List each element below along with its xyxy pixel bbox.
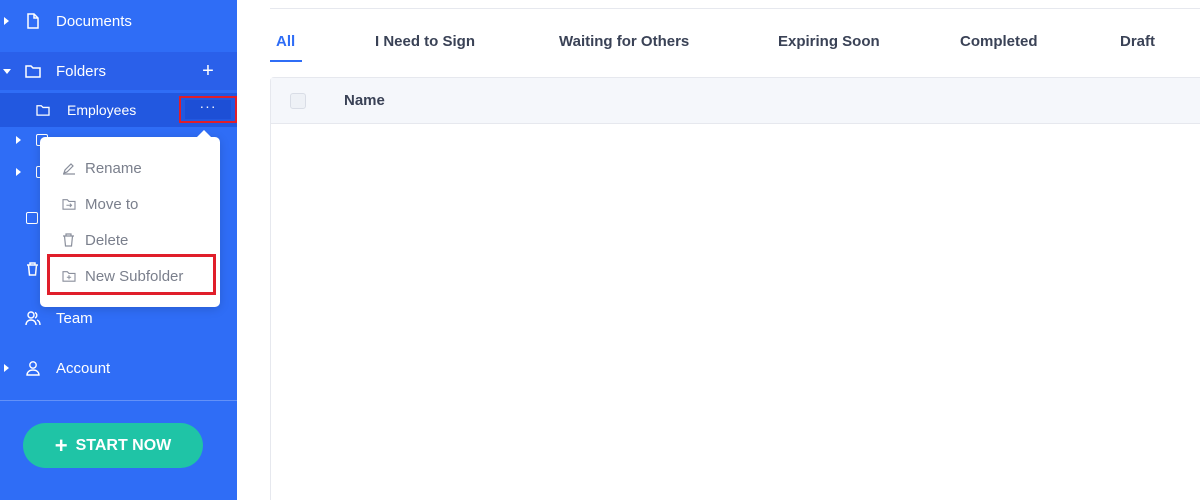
tab-waiting-for-others[interactable]: Waiting for Others bbox=[559, 33, 689, 55]
table-header: Name bbox=[271, 78, 1200, 124]
start-now-label: START NOW bbox=[75, 436, 172, 454]
select-all-checkbox[interactable] bbox=[290, 93, 306, 109]
sidebar-item-label: Folders bbox=[56, 62, 107, 80]
folder-move-icon bbox=[62, 197, 76, 211]
sidebar-subitem-employees[interactable]: Employees ··· bbox=[0, 93, 237, 127]
trash-icon bbox=[26, 262, 39, 281]
folder-context-menu: Rename Move to Delete New Subfolder bbox=[40, 130, 220, 307]
active-tab-indicator bbox=[270, 60, 302, 62]
sidebar-item-label: Account bbox=[56, 359, 111, 377]
menu-arrow bbox=[197, 130, 211, 137]
top-divider bbox=[270, 8, 1200, 9]
pencil-icon bbox=[62, 161, 76, 175]
app-root: Documents Folders + Employees ··· Team A… bbox=[0, 0, 1200, 500]
collapse-caret-icon[interactable] bbox=[3, 68, 11, 74]
add-folder-button[interactable]: + bbox=[200, 61, 216, 81]
tab-i-need-to-sign[interactable]: I Need to Sign bbox=[375, 33, 475, 55]
sidebar-divider bbox=[0, 400, 237, 401]
trash-icon bbox=[62, 233, 76, 247]
template-icon bbox=[26, 212, 38, 224]
sidebar-item-folders[interactable]: Folders + bbox=[0, 52, 237, 90]
tab-draft[interactable]: Draft bbox=[1120, 33, 1155, 55]
account-icon bbox=[25, 360, 41, 376]
highlight-box bbox=[47, 254, 216, 295]
sidebar-item-label: Documents bbox=[56, 12, 132, 30]
menu-item-label: Move to bbox=[85, 195, 139, 213]
sidebar-item-account[interactable]: Account bbox=[0, 349, 237, 387]
expand-caret-icon[interactable] bbox=[16, 168, 21, 176]
documents-table: Name bbox=[270, 77, 1200, 500]
tab-completed[interactable]: Completed bbox=[960, 33, 1038, 55]
folder-icon bbox=[36, 103, 50, 117]
expand-caret-icon[interactable] bbox=[4, 17, 9, 25]
menu-item-move-to[interactable]: Move to bbox=[40, 189, 220, 219]
sidebar-item-documents[interactable]: Documents bbox=[0, 2, 237, 40]
document-icon bbox=[25, 13, 41, 29]
menu-item-rename[interactable]: Rename bbox=[40, 153, 220, 183]
folder-icon bbox=[25, 63, 41, 79]
more-icon: ··· bbox=[199, 98, 217, 114]
tab-expiring-soon[interactable]: Expiring Soon bbox=[778, 33, 880, 55]
menu-item-label: Rename bbox=[85, 159, 142, 177]
more-options-button[interactable]: ··· bbox=[179, 96, 237, 123]
plus-icon: + bbox=[54, 432, 68, 458]
sidebar-item-label: Team bbox=[56, 309, 93, 327]
start-now-button[interactable]: + START NOW bbox=[23, 423, 203, 468]
subfolder-label: Employees bbox=[67, 102, 137, 118]
menu-item-label: Delete bbox=[85, 231, 129, 249]
column-header-name[interactable]: Name bbox=[344, 92, 385, 109]
expand-caret-icon[interactable] bbox=[4, 364, 9, 372]
expand-caret-icon[interactable] bbox=[16, 136, 21, 144]
menu-item-delete[interactable]: Delete bbox=[40, 225, 220, 255]
tab-all[interactable]: All bbox=[276, 33, 295, 55]
team-icon bbox=[25, 310, 41, 326]
